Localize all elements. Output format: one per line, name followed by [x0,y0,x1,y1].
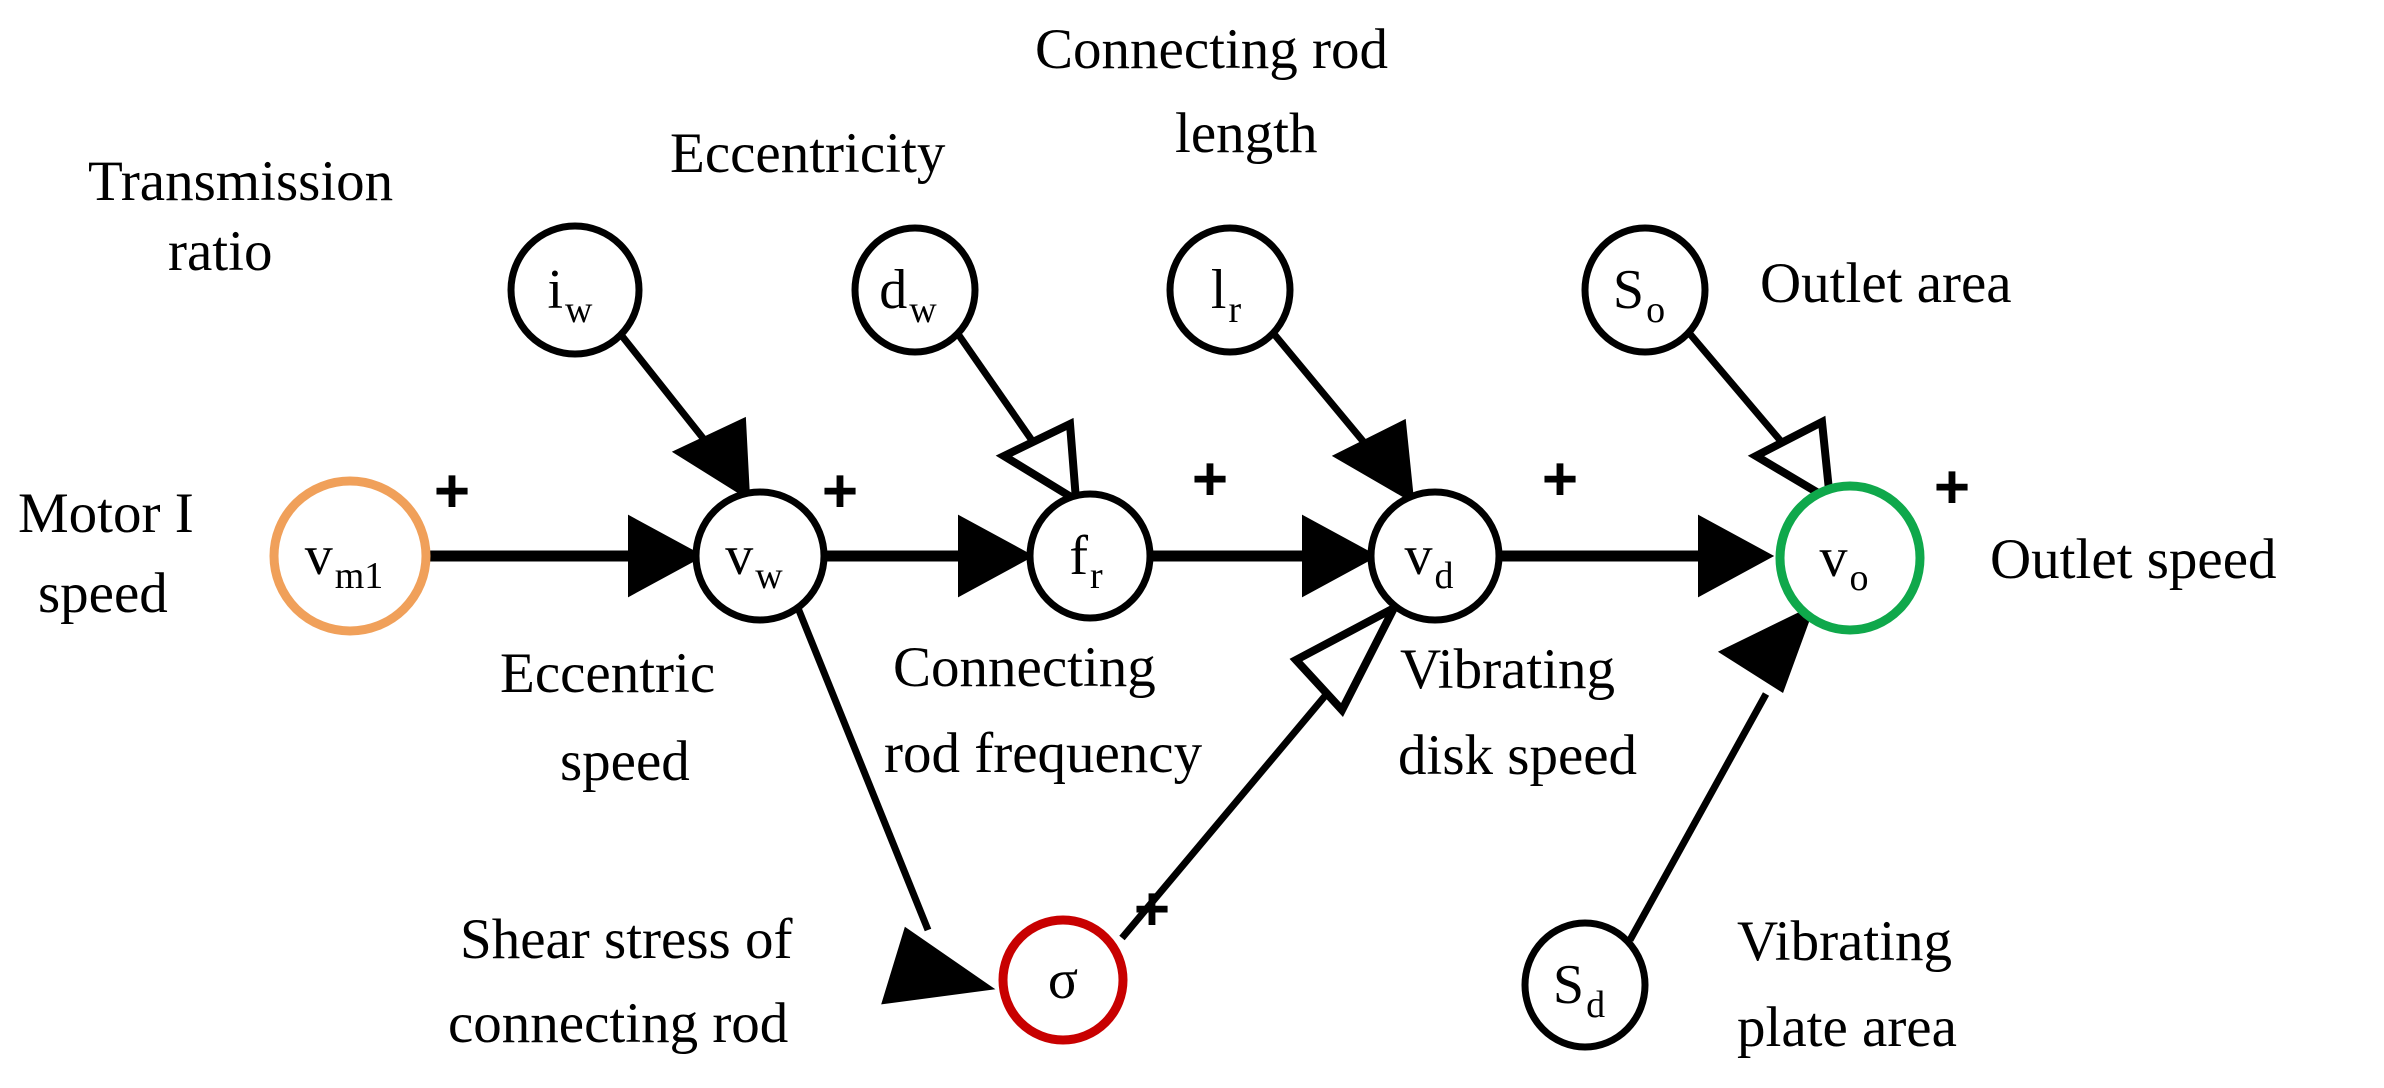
node-d-w-subscript: w [909,289,937,331]
edge-dw-to-fr [955,332,1081,508]
node-v-w[interactable]: vw [692,488,828,624]
caption-outlet-area: Outlet area [1760,252,2012,315]
node-f-r-symbol: f [1069,525,1088,587]
node-S-d[interactable]: Sd [1521,919,1649,1051]
node-i-w-subscript: w [565,289,593,331]
svg-text:σ: σ [1048,949,1078,1011]
caption-connecting-rod-frequency-line1: Connecting [893,636,1156,699]
caption-vibrating-plate-area-line1: Vibrating [1737,910,1952,973]
node-l-r-symbol: l [1211,259,1227,321]
polarity-sign-sigma: + [1134,875,1170,944]
diagram-canvas: vm1 iw vw dw fr lr vd So vo σ Sd + + + +… [0,0,2384,1088]
caption-motor-speed-line1: Motor I [18,482,194,545]
node-v-o-symbol: v [1820,527,1848,589]
node-i-w[interactable]: iw [507,222,643,358]
caption-eccentricity: Eccentricity [670,122,946,185]
polarity-sign-fr: + [1192,445,1228,514]
edge-vm1-to-vw [428,514,705,598]
edge-Sd-to-vo [1626,604,1816,942]
caption-shear-stress-line2: connecting rod [448,992,788,1055]
node-v-d-subscript: d [1435,555,1454,597]
node-v-m1[interactable]: vm1 [269,476,431,636]
node-f-r-subscript: r [1090,555,1103,597]
caption-transmission-ratio-line1: Transmission [88,150,393,213]
node-S-o-subscript: o [1646,289,1665,331]
caption-connecting-rod-frequency-line2: rod frequency [884,722,1203,785]
caption-connecting-rod-length-line2: length [1175,102,1317,165]
node-v-d[interactable]: vd [1367,488,1503,624]
polarity-sign-vw: + [822,457,858,526]
edge-So-to-vo [1687,331,1835,508]
caption-vibrating-plate-area-line2: plate area [1737,996,1957,1059]
node-v-m1-subscript: m1 [335,555,384,597]
caption-outlet-speed: Outlet speed [1990,528,2277,591]
edge-iw-to-vw [619,333,751,501]
node-S-o-symbol: S [1613,259,1644,321]
node-v-o-subscript: o [1850,557,1869,599]
caption-transmission-ratio-line2: ratio [168,220,272,283]
node-S-o[interactable]: So [1581,224,1709,356]
edge-vd-to-vo [1498,514,1775,598]
node-d-w-symbol: d [879,259,907,321]
node-v-w-subscript: w [755,555,783,597]
caption-eccentric-speed-line1: Eccentric [500,642,715,705]
edge-lr-to-vd [1271,331,1415,504]
caption-vibrating-disk-speed-line2: disk speed [1398,724,1637,787]
node-v-d-symbol: v [1405,525,1433,587]
node-v-m1-symbol: v [305,525,333,587]
node-l-r[interactable]: lr [1166,224,1294,356]
node-sigma[interactable]: σ [998,915,1128,1045]
causal-loop-diagram: vm1 iw vw dw fr lr vd So vo σ Sd + + + +… [18,18,2277,1059]
node-f-r[interactable]: fr [1026,490,1154,622]
node-v-o[interactable]: vo [1775,481,1925,635]
caption-shear-stress-line1: Shear stress of [460,908,792,971]
node-sigma-symbol: σ [1048,949,1078,1011]
node-S-d-subscript: d [1586,984,1605,1026]
polarity-sign-vo: + [1934,453,1970,522]
edge-fr-to-vd [1148,514,1379,598]
node-d-w[interactable]: dw [851,224,979,356]
polarity-sign-vm1: + [434,457,470,526]
caption-eccentric-speed-line2: speed [560,730,690,793]
caption-vibrating-disk-speed-line1: Vibrating [1400,638,1615,701]
edge-vw-to-fr [824,514,1035,598]
caption-connecting-rod-length-line1: Connecting rod [1035,18,1388,81]
node-i-w-symbol: i [547,259,563,321]
polarity-sign-vd: + [1542,445,1578,514]
node-v-w-symbol: v [725,525,753,587]
node-l-r-subscript: r [1228,289,1241,331]
caption-motor-speed-line2: speed [38,562,168,625]
node-S-d-symbol: S [1553,954,1584,1016]
